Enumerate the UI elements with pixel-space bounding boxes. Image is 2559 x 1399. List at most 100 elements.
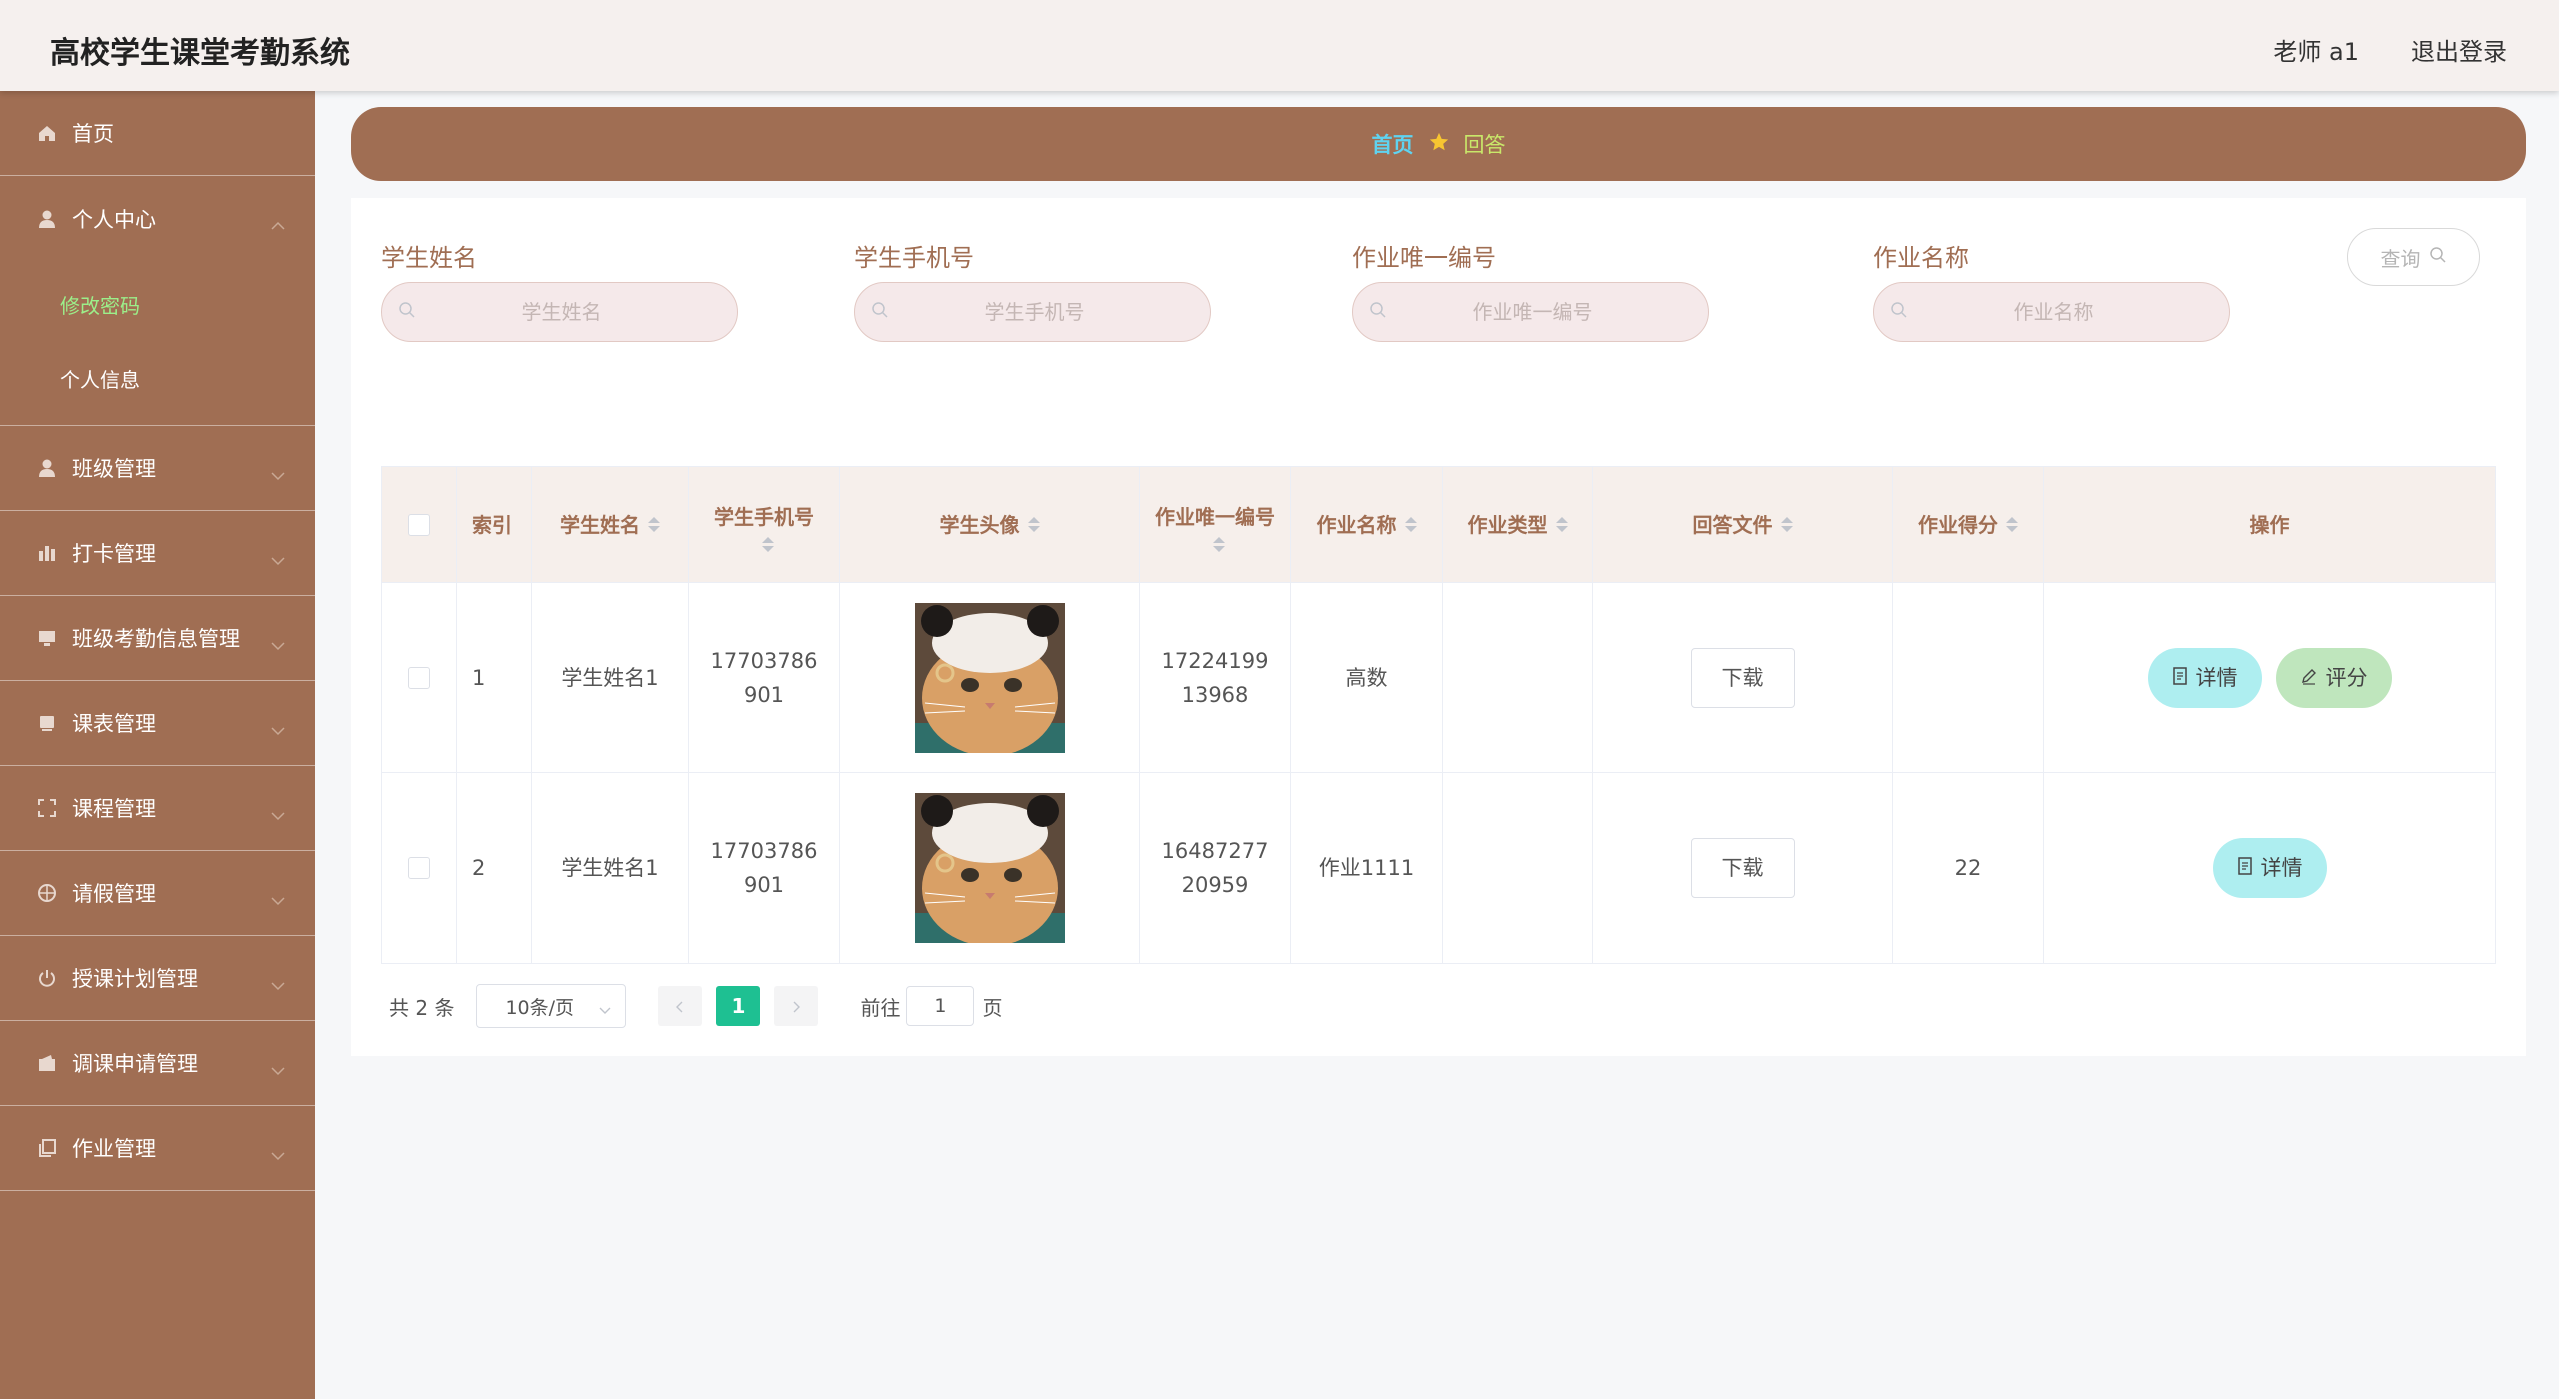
page-size-select[interactable]: 10条/页 — [476, 984, 627, 1028]
student-avatar[interactable] — [914, 602, 1065, 753]
row-cell-homework-id: 1722419913968 — [1140, 583, 1291, 772]
power-icon — [36, 967, 58, 989]
sort-icon[interactable] — [2006, 517, 2018, 532]
sidebar-item-personal-center[interactable]: 个人中心 — [0, 176, 315, 261]
sort-icon[interactable] — [1404, 517, 1417, 532]
next-page-button[interactable] — [774, 986, 819, 1026]
row-cell-homework-id: 1648727720959 — [1140, 773, 1291, 963]
header-avatar[interactable]: 学生头像 — [840, 467, 1140, 582]
header-answer-file[interactable]: 回答文件 — [1593, 467, 1893, 582]
detail-button[interactable]: 详情 — [2147, 647, 2262, 708]
chevron-down-icon — [599, 998, 611, 1020]
search-icon — [398, 301, 416, 323]
sidebar-item-checkin-management[interactable]: 打卡管理 — [0, 511, 315, 596]
sort-icon[interactable] — [762, 537, 774, 552]
score-button-label: 评分 — [2325, 665, 2368, 690]
sidebar-subitem-personal-info[interactable]: 个人信息 — [0, 341, 315, 415]
logout-link[interactable]: 退出登录 — [2411, 32, 2507, 67]
student-name-input[interactable] — [416, 300, 737, 324]
page-size-value: 10条/页 — [505, 996, 575, 1019]
header-label: 学生姓名 — [560, 512, 640, 537]
sidebar-item-home[interactable]: 首页 — [0, 91, 315, 176]
student-avatar[interactable] — [914, 793, 1065, 943]
row-select-cell — [382, 583, 457, 772]
sidebar-item-timetable[interactable]: 课表管理 — [0, 681, 315, 766]
score-button[interactable]: 评分 — [2275, 647, 2392, 708]
student-phone-input[interactable] — [889, 300, 1210, 324]
prev-page-button[interactable] — [658, 986, 703, 1026]
sidebar-subitem-change-password[interactable]: 修改密码 — [0, 267, 315, 341]
header-student-phone[interactable]: 学生手机号 — [689, 467, 840, 582]
sidebar-item-attendance-info[interactable]: 班级考勤信息管理 — [0, 596, 315, 681]
query-button[interactable]: 查询 — [2347, 228, 2480, 286]
table-row: 1 学生姓名1 17703786901 1722419913968 高数 下载 … — [382, 583, 2495, 773]
sidebar-item-course-management[interactable]: 课程管理 — [0, 766, 315, 851]
row-answer-file-cell: 下载 — [1593, 773, 1893, 963]
breadcrumb-home[interactable]: 首页 — [1372, 129, 1414, 159]
header-label: 索引 — [472, 512, 512, 537]
row-actions: 详情 评分 — [2044, 583, 2495, 772]
breadcrumb: 首页 回答 — [351, 107, 2526, 181]
sidebar-item-teaching-plan[interactable]: 授课计划管理 — [0, 936, 315, 1021]
page-number-current[interactable]: 1 — [716, 986, 761, 1026]
chevron-down-icon — [271, 1057, 285, 1081]
sidebar-item-homework-management[interactable]: 作业管理 — [0, 1106, 315, 1191]
row-index: 2 — [457, 773, 532, 963]
sidebar-item-label: 班级管理 — [72, 457, 156, 481]
header-index: 索引 — [457, 467, 532, 582]
sidebar-item-label: 首页 — [72, 122, 114, 146]
row-checkbox[interactable] — [408, 666, 430, 689]
sort-icon[interactable] — [1027, 517, 1040, 532]
home-icon — [36, 122, 58, 144]
download-button[interactable]: 下载 — [1690, 647, 1795, 708]
row-actions: 详情 — [2044, 773, 2495, 963]
row-student-phone: 17703786901 — [710, 839, 818, 897]
header-label: 操作 — [2249, 512, 2290, 537]
header-homework-type[interactable]: 作业类型 — [1443, 467, 1593, 582]
detail-button[interactable]: 详情 — [2212, 838, 2327, 898]
sidebar-item-label: 个人中心 — [72, 207, 156, 232]
row-index: 1 — [457, 583, 532, 772]
filter-label: 学生手机号 — [854, 244, 974, 272]
chevron-left-icon — [676, 994, 684, 1018]
header-actions: 操作 — [2044, 467, 2495, 582]
row-homework-name: 高数 — [1291, 583, 1443, 772]
sidebar-item-class-adjustment[interactable]: 调课申请管理 — [0, 1021, 315, 1106]
chevron-down-icon — [271, 1142, 285, 1166]
row-student-name: 学生姓名1 — [532, 773, 689, 963]
sort-icon[interactable] — [1213, 537, 1225, 552]
header-label: 作业唯一编号 — [1155, 505, 1275, 529]
sort-icon[interactable] — [648, 517, 660, 532]
chevron-down-icon — [271, 887, 285, 911]
download-button[interactable]: 下载 — [1690, 838, 1795, 898]
sort-icon[interactable] — [1555, 517, 1568, 532]
row-cell-phone: 17703786901 — [689, 583, 840, 772]
breadcrumb-current: 回答 — [1463, 133, 1506, 157]
homework-name-input[interactable] — [1908, 300, 2229, 324]
header-homework-id[interactable]: 作业唯一编号 — [1140, 467, 1291, 582]
row-score: 22 — [1893, 773, 2044, 963]
wallet-icon — [36, 1052, 58, 1074]
filter-label: 作业唯一编号 — [1352, 244, 1496, 272]
chevron-down-icon — [271, 717, 285, 741]
chevron-down-icon — [271, 547, 285, 571]
header-student-name[interactable]: 学生姓名 — [532, 467, 689, 582]
header-score[interactable]: 作业得分 — [1893, 467, 2044, 582]
header-label: 学生头像 — [939, 512, 1020, 537]
sidebar-item-leave-management[interactable]: 请假管理 — [0, 851, 315, 936]
search-field — [1352, 282, 1709, 342]
sidebar-item-class-management[interactable]: 班级管理 — [0, 426, 315, 511]
row-checkbox[interactable] — [408, 857, 430, 879]
select-all-checkbox[interactable] — [408, 513, 430, 536]
table-header: 索引 学生姓名 学生手机号 学生头像 作业唯一编号 作业名称 作业类型 回答文件… — [382, 467, 2495, 583]
search-icon — [871, 301, 889, 323]
header-homework-name[interactable]: 作业名称 — [1291, 467, 1443, 582]
goto-page-input[interactable] — [906, 986, 975, 1026]
document-icon — [2237, 851, 2253, 885]
detail-button-label: 详情 — [2195, 665, 2238, 690]
homework-id-input[interactable] — [1387, 300, 1708, 324]
pagination: 共 2 条 10条/页 1 前往 页 — [389, 984, 1002, 1028]
sidebar-item-label: 课程管理 — [72, 797, 156, 821]
copy-icon — [36, 1137, 58, 1159]
sort-icon[interactable] — [1780, 517, 1793, 532]
